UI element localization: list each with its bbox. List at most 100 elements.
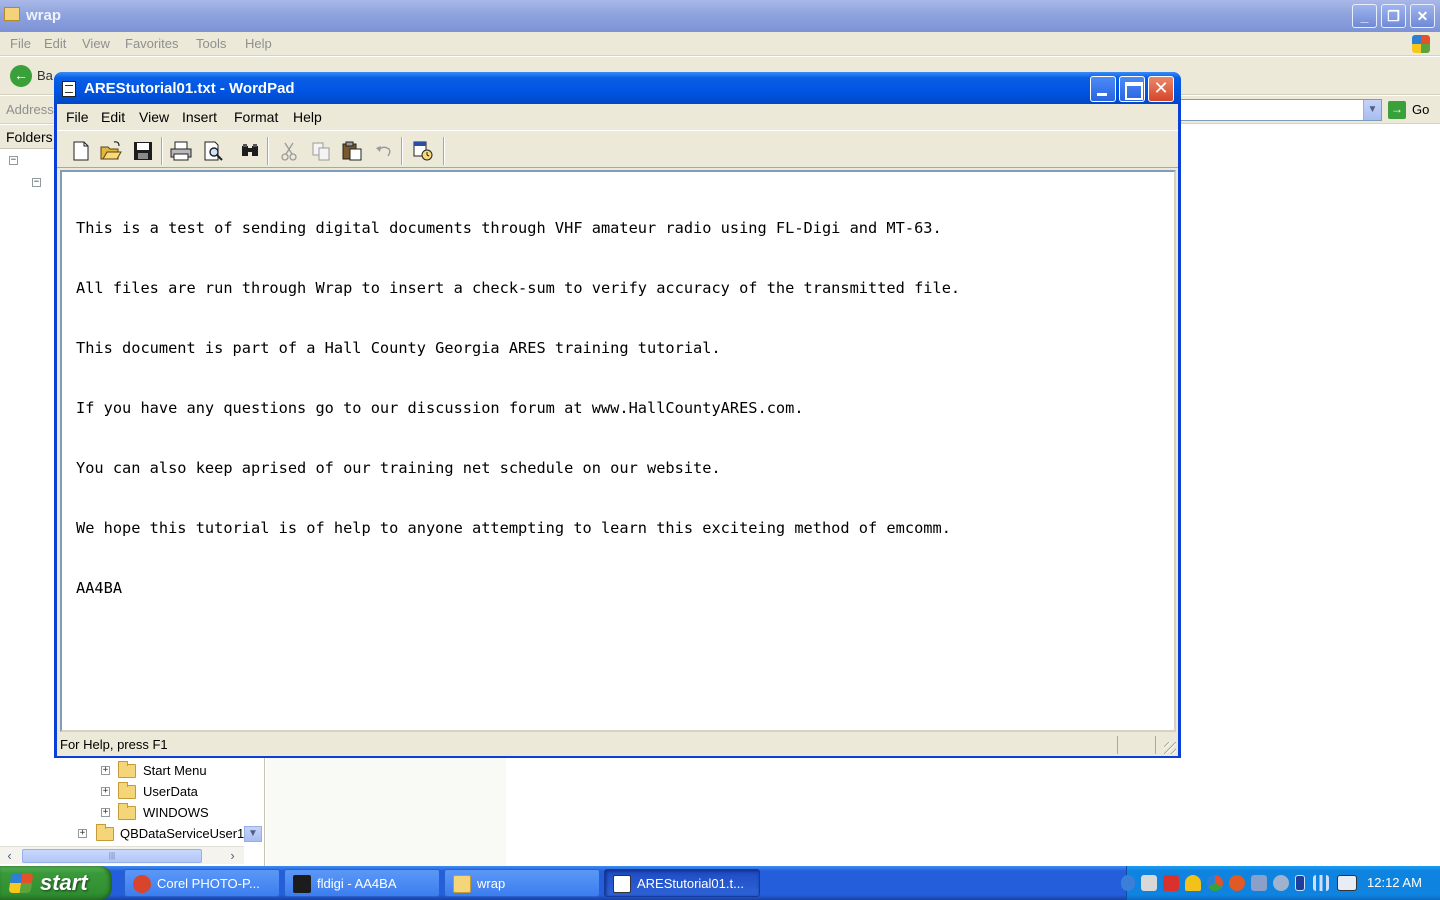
menu-view[interactable]: View: [139, 109, 169, 125]
taskbar-item-label: wrap: [477, 876, 506, 891]
windows-logo-icon: [8, 873, 34, 893]
explorer-menu-favorites[interactable]: Favorites: [125, 36, 178, 51]
explorer-minimize-button[interactable]: _: [1352, 4, 1377, 28]
go-arrow-icon: →: [1388, 101, 1406, 119]
tree-expand-icon[interactable]: +: [101, 787, 110, 796]
tree-collapse-icon[interactable]: −: [9, 156, 18, 165]
folder-icon: [118, 782, 136, 799]
wordpad-document-icon: [62, 81, 76, 97]
tree-expand-icon[interactable]: +: [101, 808, 110, 817]
go-button[interactable]: → Go: [1388, 100, 1436, 120]
cut-scissors-icon[interactable]: [278, 140, 300, 162]
taskbar-item-label: AREStutorial01.t...: [637, 876, 744, 891]
wordpad-window: AREStutorial01.txt - WordPad ✕ File Edit…: [54, 72, 1181, 758]
paste-icon[interactable]: [341, 140, 363, 162]
folder-icon: [453, 875, 471, 893]
tree-item-qbdataserviceuser[interactable]: QBDataServiceUser1: [120, 826, 244, 841]
close-button[interactable]: ✕: [1148, 76, 1174, 102]
taskbar-item-wordpad[interactable]: AREStutorial01.t...: [604, 869, 760, 897]
copy-icon[interactable]: [310, 140, 332, 162]
menu-help[interactable]: Help: [293, 109, 322, 125]
scroll-left-icon[interactable]: ‹: [1, 848, 18, 864]
menu-insert[interactable]: Insert: [182, 109, 217, 125]
address-input[interactable]: ▼: [1178, 99, 1382, 121]
chevron-down-icon[interactable]: ▼: [1363, 100, 1381, 120]
tree-item-windows[interactable]: WINDOWS: [143, 805, 209, 820]
minimize-button[interactable]: [1090, 76, 1116, 102]
menu-edit[interactable]: Edit: [101, 109, 125, 125]
tree-scroll-down-icon[interactable]: ▼: [244, 826, 262, 842]
show-hidden-icons-chevron-icon[interactable]: [1121, 875, 1135, 891]
document-line: This is a test of sending digital docume…: [76, 219, 942, 237]
date-time-icon[interactable]: [412, 140, 434, 162]
taskbar-item-label: fldigi - AA4BA: [317, 876, 397, 891]
print-icon[interactable]: [170, 140, 192, 162]
tree-item-userdata[interactable]: UserData: [143, 784, 198, 799]
tree-horizontal-scrollbar[interactable]: ‹ ||| ›: [0, 846, 244, 864]
folder-icon: [96, 824, 114, 841]
document-body[interactable]: This is a test of sending digital docume…: [76, 178, 960, 638]
document-line: We hope this tutorial is of help to anyo…: [76, 519, 951, 537]
chrome-icon[interactable]: [1207, 875, 1223, 891]
start-button[interactable]: start: [0, 866, 112, 900]
document-line: This document is part of a Hall County G…: [76, 339, 721, 357]
resize-grip-icon[interactable]: [1164, 742, 1176, 754]
document-line: All files are run through Wrap to insert…: [76, 279, 961, 297]
undo-icon[interactable]: [373, 140, 395, 162]
new-document-icon[interactable]: [70, 140, 92, 162]
taskbar-item-fldigi[interactable]: fldigi - AA4BA: [284, 869, 440, 897]
document-line: You can also keep aprised of our trainin…: [76, 459, 721, 477]
document-line: AA4BA: [76, 579, 123, 597]
acrobat-icon[interactable]: [1163, 875, 1179, 891]
battery-icon[interactable]: [1295, 875, 1305, 891]
explorer-menu-help[interactable]: Help: [245, 36, 272, 51]
sound-icon[interactable]: [1273, 875, 1289, 891]
tree-expand-icon[interactable]: +: [101, 766, 110, 775]
explorer-title-bar[interactable]: wrap _ ❐ ✕: [0, 0, 1440, 32]
menu-file[interactable]: File: [66, 109, 89, 125]
scrollbar-thumb[interactable]: |||: [22, 849, 202, 863]
go-label: Go: [1412, 102, 1430, 117]
menu-format[interactable]: Format: [234, 109, 278, 125]
back-arrow-icon[interactable]: ←: [10, 65, 32, 87]
explorer-menu-view[interactable]: View: [82, 36, 110, 51]
wordpad-toolbar: [57, 130, 1178, 168]
status-bar: For Help, press F1: [57, 734, 1178, 756]
display-icon[interactable]: [1337, 875, 1357, 891]
explorer-restore-button[interactable]: ❐: [1381, 4, 1406, 28]
scroll-right-icon[interactable]: ›: [224, 848, 241, 864]
tree-expand-icon[interactable]: +: [78, 829, 87, 838]
explorer-close-button[interactable]: ✕: [1410, 4, 1435, 28]
tree-item-start-menu[interactable]: Start Menu: [143, 763, 207, 778]
explorer-menu-file[interactable]: File: [10, 36, 31, 51]
wordpad-title-bar[interactable]: AREStutorial01.txt - WordPad ✕: [54, 72, 1181, 104]
tree-collapse-icon[interactable]: −: [32, 178, 41, 187]
windows-logo-icon: [1412, 35, 1430, 53]
document-text-area[interactable]: This is a test of sending digital docume…: [60, 170, 1176, 732]
maximize-button[interactable]: [1119, 76, 1145, 102]
taskbar-item-wrap[interactable]: wrap: [444, 869, 600, 897]
explorer-title: wrap: [26, 7, 62, 24]
close-icon: ✕: [1153, 78, 1169, 99]
toolbar-separator: [161, 137, 163, 165]
explorer-menu-tools[interactable]: Tools: [196, 36, 226, 51]
taskbar: start Corel PHOTO-P... fldigi - AA4BA wr…: [0, 866, 1440, 900]
network-icon[interactable]: [1141, 875, 1157, 891]
network-disconnected-icon[interactable]: [1251, 875, 1267, 891]
wordpad-title: AREStutorial01.txt - WordPad: [84, 80, 295, 97]
clock[interactable]: 12:12 AM: [1367, 875, 1422, 890]
print-preview-icon[interactable]: [202, 140, 224, 162]
start-label: start: [40, 870, 88, 895]
find-binoculars-icon[interactable]: [239, 140, 261, 162]
media-icon[interactable]: [1229, 875, 1245, 891]
security-shield-icon[interactable]: [1185, 875, 1201, 891]
save-disk-icon[interactable]: [132, 140, 154, 162]
back-button-label[interactable]: Ba: [37, 68, 53, 83]
open-folder-icon[interactable]: [100, 140, 122, 162]
folder-icon: [4, 7, 20, 21]
address-label: Address: [6, 102, 54, 117]
folders-label: Folders: [6, 129, 53, 145]
taskbar-item-corel[interactable]: Corel PHOTO-P...: [124, 869, 280, 897]
signal-strength-icon[interactable]: [1313, 875, 1329, 891]
explorer-menu-edit[interactable]: Edit: [44, 36, 66, 51]
